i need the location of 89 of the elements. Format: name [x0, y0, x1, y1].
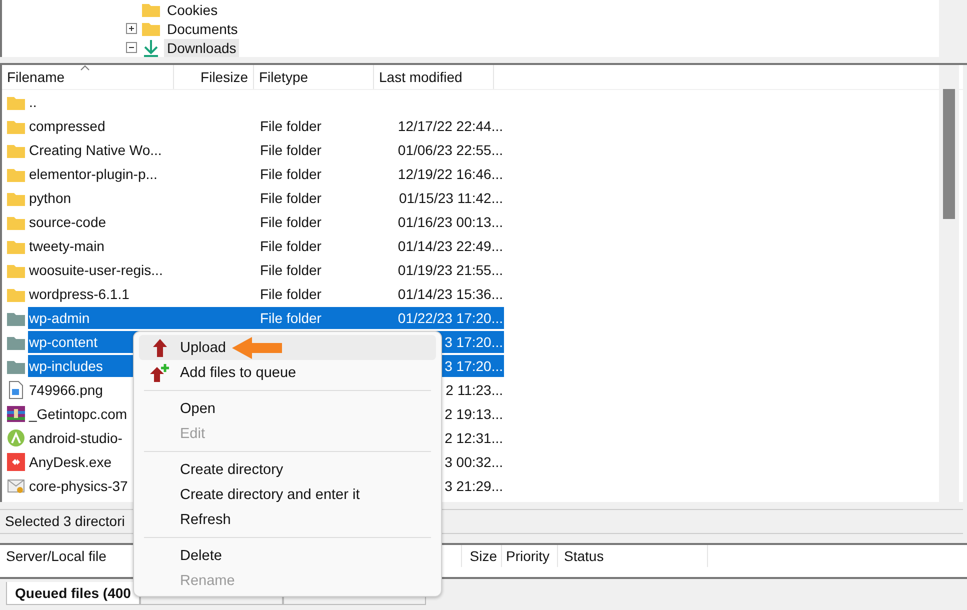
archive-icon [7, 405, 25, 423]
file-name: wp-content [29, 334, 98, 350]
folder-icon [7, 166, 25, 182]
file-type: File folder [260, 166, 322, 182]
file-row[interactable]: Creating Native Wo... File folder 01/06/23 22:55... [28, 139, 504, 161]
menu-item[interactable]: Upload [139, 335, 436, 360]
file-name: python [29, 190, 72, 206]
file-type: File folder [260, 118, 322, 134]
modified-date: 01/16/23 00:13... [398, 214, 503, 230]
file-row[interactable]: .. [28, 91, 504, 113]
menu-item[interactable]: Create directory and enter it [139, 482, 436, 507]
file-name: wordpress-6.1.1 [29, 286, 130, 302]
folder-icon [7, 334, 25, 350]
modified-date: 01/14/23 15:36... [398, 286, 503, 302]
folder-icon [142, 2, 160, 17]
annotation-arrow [232, 337, 282, 359]
menu-item[interactable]: Delete [139, 543, 436, 568]
folder-icon [7, 310, 25, 326]
modified-date: 3 17:20... [444, 358, 503, 374]
collapse-icon[interactable] [126, 42, 137, 53]
file-name: woosuite-user-regis... [29, 262, 163, 278]
file-row[interactable]: wp-admin File folder 01/22/23 17:20... [28, 307, 504, 329]
status-text: Selected 3 directori [5, 513, 125, 529]
android-icon [7, 429, 25, 447]
modified-date: 12/19/22 16:46... [398, 166, 503, 182]
column-header[interactable]: Filesize [174, 65, 254, 89]
file-type: File folder [260, 190, 322, 206]
column-header[interactable]: Status [558, 545, 708, 567]
image-file-icon [9, 381, 23, 399]
file-name: compressed [29, 118, 106, 134]
modified-date: 01/15/23 11:42... [398, 190, 503, 206]
file-row[interactable]: source-code File folder 01/16/23 00:13... [28, 211, 504, 233]
folder-icon [7, 118, 25, 134]
column-header[interactable]: Priority [502, 545, 558, 567]
folder-icon [7, 142, 25, 158]
tree-item[interactable]: Cookies [164, 0, 221, 18]
column-header[interactable]: Last modified [374, 65, 494, 89]
modified-date: 01/19/23 21:55... [398, 262, 503, 278]
modified-date: 2 11:23... [446, 382, 503, 398]
file-name: .. [29, 94, 37, 110]
modified-date: 01/06/23 22:55... [398, 142, 503, 158]
file-type: File folder [260, 286, 322, 302]
modified-date: 12/17/22 22:44... [398, 118, 503, 134]
menu-item[interactable]: Refresh [139, 507, 436, 532]
folder-icon [7, 262, 25, 278]
modified-date: 01/14/23 22:49... [398, 238, 503, 254]
expand-icon[interactable] [126, 23, 137, 34]
column-header[interactable]: Size [462, 545, 502, 567]
file-type: File folder [260, 262, 322, 278]
folder-icon [7, 358, 25, 374]
folder-icon [142, 21, 160, 36]
app-icon [7, 453, 25, 471]
file-type: File folder [260, 214, 322, 230]
file-type: File folder [260, 238, 322, 254]
file-type: File folder [260, 310, 322, 326]
installer-icon [7, 477, 25, 495]
scrollbar[interactable] [939, 65, 959, 502]
file-name: tweety-main [29, 238, 104, 254]
file-name: wp-includes [29, 358, 103, 374]
modified-date: 3 17:20... [444, 334, 503, 350]
add-to-queue-icon [150, 362, 170, 382]
menu-item[interactable]: Create directory [139, 457, 436, 482]
file-name: 749966.png [29, 382, 103, 398]
file-row[interactable]: elementor-plugin-p... File folder 12/19/22 16:46... [28, 163, 504, 185]
folder-icon [7, 190, 25, 206]
file-name: source-code [29, 214, 106, 230]
file-name: wp-admin [29, 310, 90, 326]
column-header[interactable]: Filetype [254, 65, 374, 89]
folder-icon [7, 286, 25, 302]
upload-arrow-icon [152, 338, 166, 356]
file-type: File folder [260, 142, 322, 158]
menu-item[interactable]: Open [139, 396, 436, 421]
folder-icon [7, 94, 25, 110]
file-row[interactable]: compressed File folder 12/17/22 22:44... [28, 115, 504, 137]
tree-item[interactable]: Downloads [164, 38, 240, 56]
file-row[interactable]: python File folder 01/15/23 11:42... [28, 187, 504, 209]
modified-date: 01/22/23 17:20... [398, 310, 503, 326]
tree-item[interactable]: Documents [164, 20, 241, 38]
file-row[interactable]: wordpress-6.1.1 File folder 01/14/23 15:36... [28, 283, 504, 305]
file-row[interactable]: woosuite-user-regis... File folder 01/19/23 21:55... [28, 259, 504, 281]
folder-icon [7, 238, 25, 254]
menu-item[interactable]: Add files to queue [139, 360, 436, 385]
folder-icon [7, 214, 25, 230]
file-name: Creating Native Wo... [29, 142, 162, 158]
file-name: elementor-plugin-p... [29, 166, 158, 182]
download-arrow-icon [142, 38, 160, 56]
file-row[interactable]: tweety-main File folder 01/14/23 22:49... [28, 235, 504, 257]
queue-tab[interactable]: Queued files (400 [6, 582, 140, 605]
column-header[interactable]: Filename [2, 65, 174, 89]
